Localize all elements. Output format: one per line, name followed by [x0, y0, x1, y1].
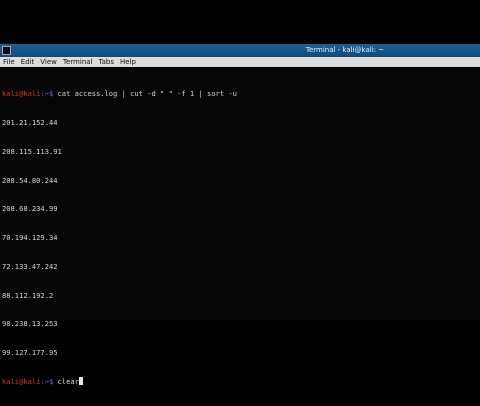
menu-tabs[interactable]: Tabs	[99, 58, 115, 66]
output-line: 70.194.129.34	[2, 233, 58, 243]
text-cursor	[78, 377, 83, 385]
output-line: 208.115.113.91	[2, 146, 62, 156]
title-bar[interactable]: Terminal - kali@kali: ~	[0, 44, 480, 57]
menu-terminal[interactable]: Terminal	[63, 58, 93, 66]
output-line: 72.133.47.242	[2, 261, 58, 271]
prompt-path: :~$	[40, 377, 58, 386]
output-line: 208.68.234.99	[2, 204, 58, 214]
output-line: 201.21.152.44	[2, 117, 58, 127]
command-text: clear	[57, 377, 79, 386]
command-text: cat access.log | cut -d " " -f 1 | sort …	[57, 89, 237, 99]
terminal-output[interactable]: kali@kali:~$ cat access.log | cut -d " "…	[0, 68, 480, 386]
command-line[interactable]: kali@kali:~$ clear	[2, 377, 478, 387]
desktop: Terminal - kali@kali: ~ File Edit View T…	[0, 0, 480, 386]
output-line: 99.127.177.95	[2, 348, 58, 358]
menu-file[interactable]: File	[3, 58, 15, 66]
window-title: Terminal - kali@kali: ~	[305, 46, 385, 54]
prompt-user: kali@kali	[2, 89, 41, 99]
output-line: 208.54.80.244	[2, 175, 58, 185]
output-line: 88.112.192.2	[2, 290, 54, 300]
menu-view[interactable]: View	[40, 58, 57, 66]
terminal-window[interactable]: Terminal - kali@kali: ~ File Edit View T…	[0, 44, 480, 386]
menu-help[interactable]: Help	[120, 58, 136, 66]
output-line: 98.238.13.253	[2, 319, 58, 329]
prompt-user: kali@kali	[2, 377, 41, 386]
prompt-path: :~$	[40, 89, 58, 99]
menu-edit[interactable]: Edit	[21, 58, 35, 66]
menu-bar: File Edit View Terminal Tabs Help	[0, 57, 480, 67]
command-line: kali@kali:~$ cat access.log | cut -d " "…	[2, 89, 478, 99]
